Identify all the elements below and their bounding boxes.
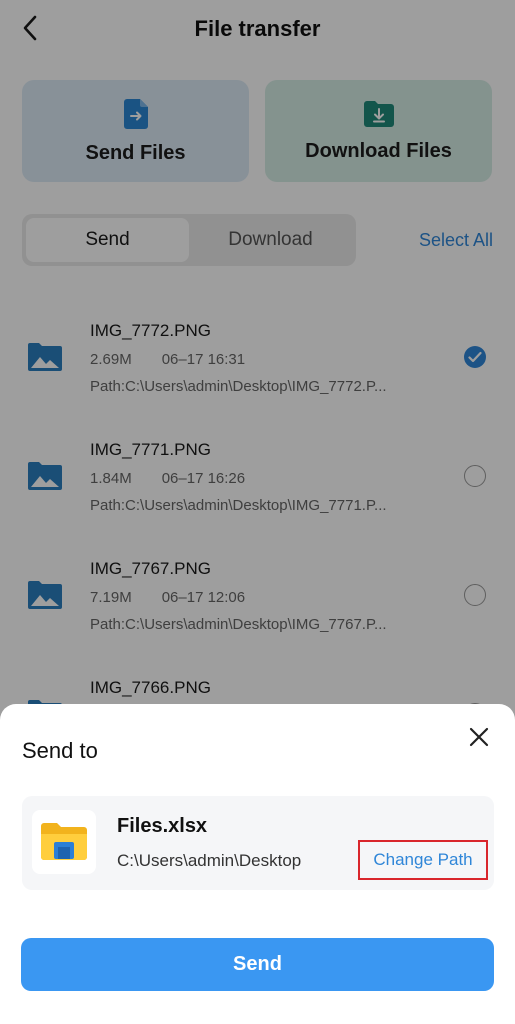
close-icon <box>469 727 489 747</box>
target-path: C:\Users\admin\Desktop <box>117 851 302 870</box>
send-to-sheet: Send to Files.xlsx C:\Users\admin\Deskto… <box>0 704 515 1024</box>
change-path-button[interactable]: Change Path <box>358 840 488 880</box>
folder-icon <box>41 823 87 860</box>
send-button[interactable]: Send <box>21 938 494 991</box>
target-folder-thumb <box>32 810 96 874</box>
close-button[interactable] <box>467 722 491 752</box>
sheet-title: Send to <box>22 738 98 763</box>
target-card: Files.xlsx C:\Users\admin\Desktop Change… <box>22 796 494 890</box>
target-file-name: Files.xlsx <box>117 815 208 837</box>
